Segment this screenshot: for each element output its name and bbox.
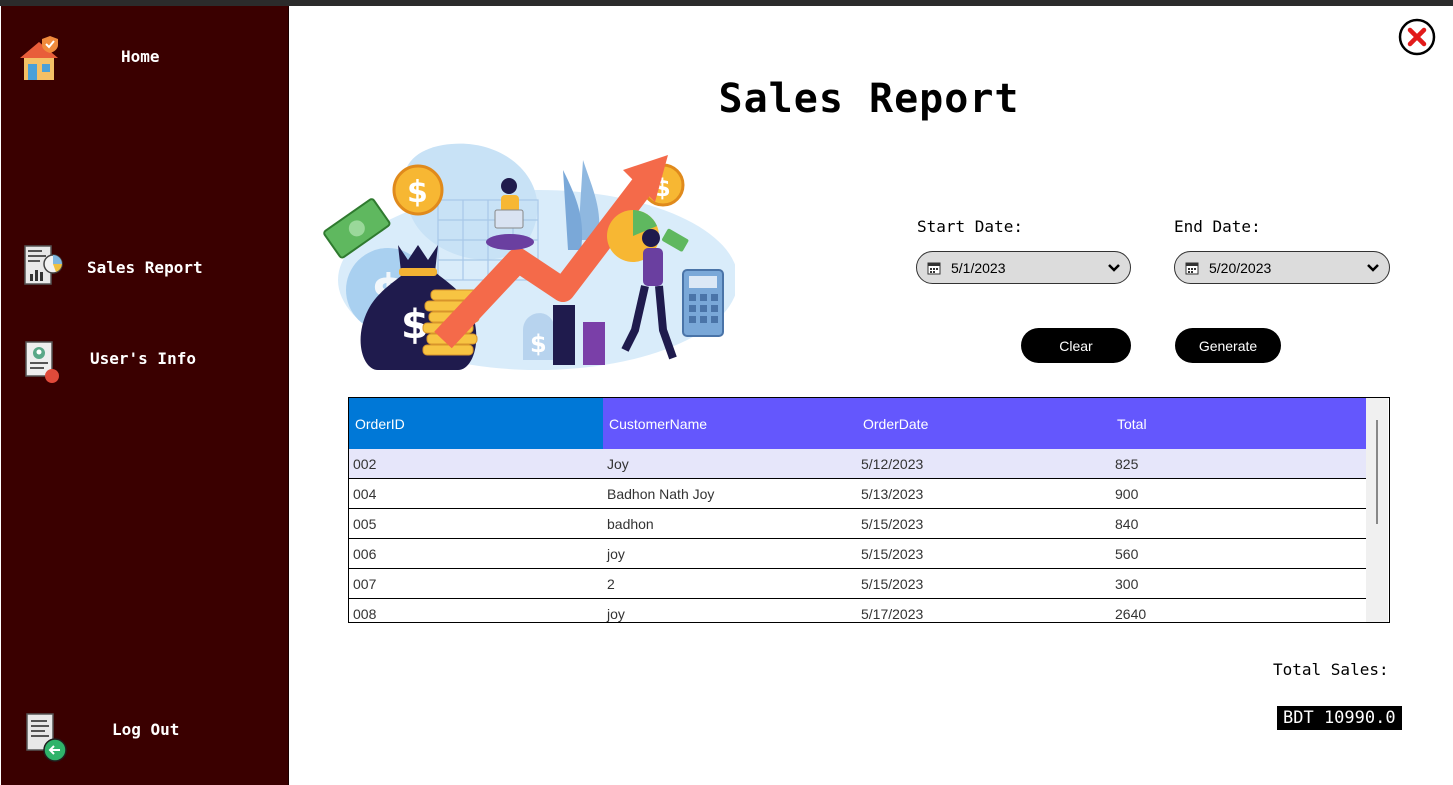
cell-orderid: 005 (353, 515, 377, 532)
svg-text:$: $ (530, 330, 547, 358)
nav-logout[interactable]: Log Out (23, 712, 179, 762)
end-date-picker[interactable]: 5/20/2023 (1174, 251, 1390, 284)
cell-total: 560 (1115, 545, 1139, 562)
table-header: OrderID CustomerName OrderDate Total (349, 398, 1366, 449)
cell-orderdate: 5/13/2023 (861, 485, 924, 502)
column-header-orderid[interactable]: OrderID (349, 398, 603, 449)
cell-customername: joy (607, 545, 625, 562)
cell-orderdate: 5/15/2023 (861, 545, 924, 562)
cell-customername: 2 (607, 575, 615, 592)
nav-users-info[interactable]: User's Info (24, 340, 196, 384)
table-row[interactable]: 005 badhon 5/15/2023 840 (349, 509, 1366, 539)
column-header-orderdate[interactable]: OrderDate (857, 398, 1111, 449)
app-window: Home Sales Report User's Info Log Out Sa… (0, 6, 1453, 785)
chevron-down-icon (1108, 263, 1120, 272)
nav-home[interactable]: Home (18, 34, 160, 84)
cell-total: 840 (1115, 515, 1139, 532)
cell-customername: joy (607, 605, 625, 622)
calendar-icon (927, 262, 941, 274)
sidebar: Home Sales Report User's Info Log Out (1, 6, 289, 785)
start-date-value: 5/1/2023 (951, 259, 1006, 276)
table-row[interactable]: 007 2 5/15/2023 300 (349, 569, 1366, 599)
table-row[interactable]: 006 joy 5/15/2023 560 (349, 539, 1366, 569)
start-date-picker[interactable]: 5/1/2023 (916, 251, 1131, 284)
nav-users-info-label: User's Info (90, 348, 196, 368)
cell-total: 300 (1115, 575, 1139, 592)
cell-customername: Joy (607, 455, 629, 472)
logout-icon (26, 713, 67, 762)
cell-total: 2640 (1115, 605, 1147, 622)
sales-report-icon (24, 245, 63, 285)
start-date-label: Start Date: (917, 217, 1023, 236)
cell-orderid: 002 (353, 455, 377, 472)
cell-total: 900 (1115, 485, 1139, 502)
end-date-label: End Date: (1174, 217, 1261, 236)
table-vertical-scrollbar[interactable] (1366, 398, 1388, 622)
total-sales-value: BDT 10990.0 (1277, 706, 1402, 730)
nav-sales-report[interactable]: Sales Report (23, 242, 203, 292)
chevron-down-icon (1367, 263, 1379, 272)
clear-button[interactable]: Clear (1021, 328, 1131, 363)
cell-orderdate: 5/17/2023 (861, 605, 924, 622)
cell-orderid: 007 (353, 575, 377, 592)
total-sales-label: Total Sales: (1273, 660, 1389, 679)
cell-total: 825 (1115, 455, 1139, 472)
end-date-value: 5/20/2023 (1209, 259, 1272, 276)
nav-sales-report-label: Sales Report (87, 257, 203, 277)
table-row[interactable]: 004 Badhon Nath Joy 5/13/2023 900 (349, 479, 1366, 509)
cell-customername: Badhon Nath Joy (607, 485, 715, 502)
home-icon (20, 36, 58, 80)
cell-orderdate: 5/15/2023 (861, 575, 924, 592)
table-row[interactable]: 002 Joy 5/12/2023 825 (349, 449, 1366, 479)
sales-table[interactable]: OrderID CustomerName OrderDate Total 002… (348, 397, 1390, 623)
cell-orderid: 008 (353, 605, 377, 622)
column-header-customername[interactable]: CustomerName (603, 398, 857, 449)
generate-button[interactable]: Generate (1175, 328, 1281, 363)
page-title: Sales Report (718, 76, 1020, 122)
main-panel: Sales Report $ $ $ $ Start Date: 5/1/202… (289, 6, 1453, 785)
close-icon[interactable] (1397, 17, 1437, 57)
sales-illustration: $ $ $ $ $ (323, 143, 735, 370)
cell-orderdate: 5/12/2023 (861, 455, 924, 472)
calendar-icon (1185, 262, 1199, 274)
cell-orderid: 004 (353, 485, 377, 502)
nav-home-label: Home (121, 46, 160, 66)
table-row[interactable]: 008 joy 5/17/2023 2640 (349, 599, 1366, 622)
cell-customername: badhon (607, 515, 654, 532)
cell-orderid: 006 (353, 545, 377, 562)
cell-orderdate: 5/15/2023 (861, 515, 924, 532)
svg-text:$: $ (407, 175, 428, 210)
user-info-icon (25, 341, 59, 383)
nav-logout-label: Log Out (112, 719, 180, 739)
scrollbar-thumb[interactable] (1376, 420, 1378, 524)
column-header-total[interactable]: Total (1111, 398, 1366, 449)
